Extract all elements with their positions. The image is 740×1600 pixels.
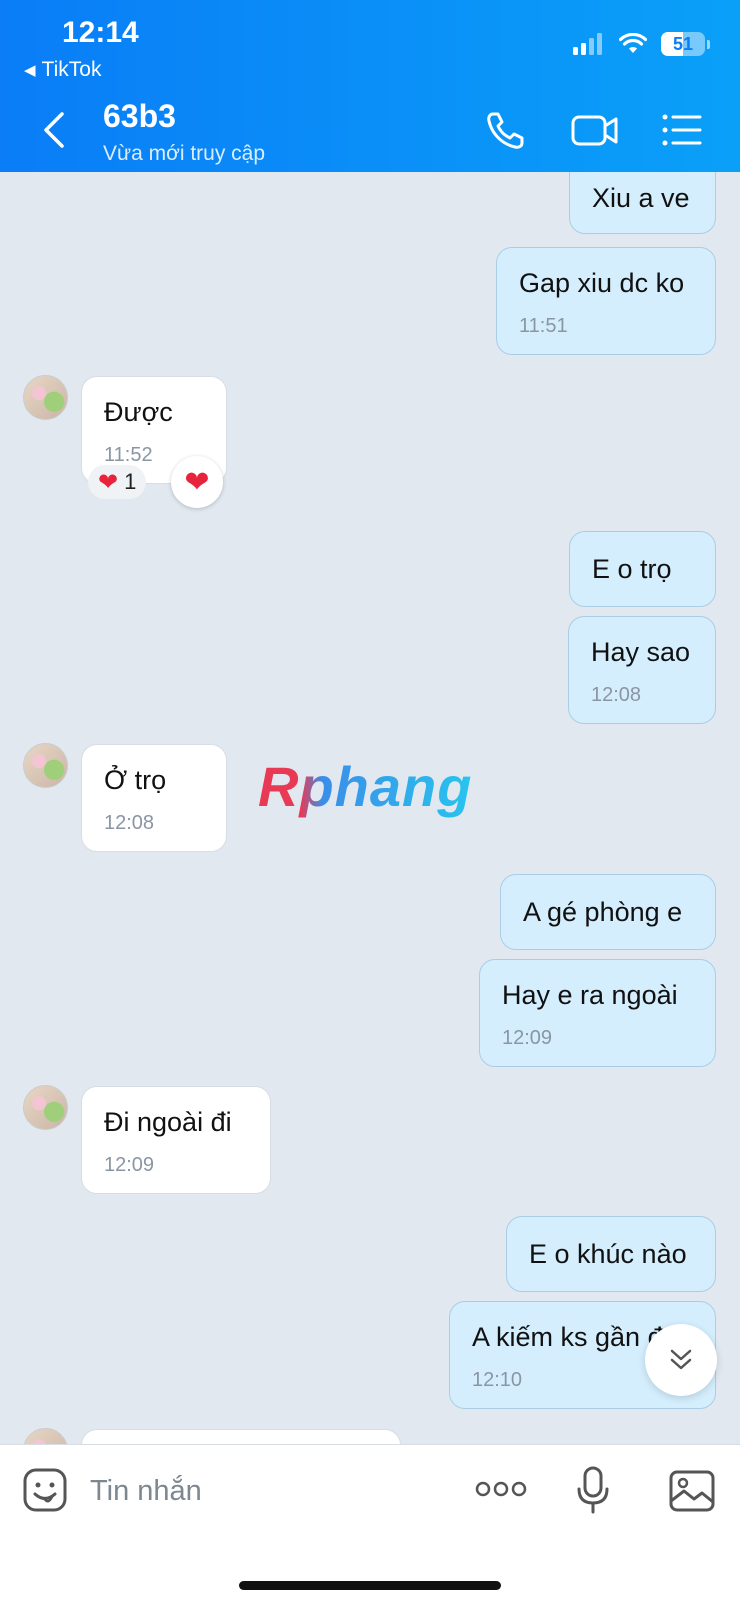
chat-status: Vừa mới truy cập [103,142,266,165]
microphone-icon [577,1466,609,1514]
wifi-icon [619,33,647,53]
reaction-count: 1 [124,469,137,494]
heart-icon: ❤ [98,468,119,496]
battery-percent: 51 [672,34,694,54]
message-input[interactable]: Tin nhắn [90,1475,202,1508]
avatar[interactable] [23,1085,68,1130]
voice-call-button[interactable] [484,108,532,152]
home-indicator [239,1581,501,1590]
avatar[interactable] [23,1428,68,1444]
message-list[interactable]: Xiu a ve Gap xiu dc ko 11:51 Được 11:52 … [0,172,740,1444]
message-bubble-outgoing[interactable]: Hay e ra ngoài 12:09 [479,959,716,1067]
message-text: Đi ngoài đi [104,1107,232,1137]
voice-record-button[interactable] [576,1465,610,1520]
message-bubble-outgoing[interactable]: A gé phòng e [500,874,716,950]
back-to-app-link[interactable]: ◀ TikTok [24,58,101,82]
message-time: 12:08 [104,812,155,834]
reaction-summary[interactable]: ❤ 1 [88,465,147,499]
message-time: 12:08 [591,684,642,706]
watermark-logo: Rphang [258,755,473,818]
menu-icon [662,114,702,146]
react-heart-button[interactable]: ❤ [171,456,223,508]
video-icon [571,115,618,146]
status-time: 12:14 [62,16,139,49]
message-text: Hay e ra ngoài [502,980,678,1010]
avatar[interactable] [23,375,68,420]
status-icons: 51 [573,32,710,56]
message-bubble-outgoing[interactable]: E o khúc nào [506,1216,716,1292]
message-bubble-outgoing[interactable]: Gap xiu dc ko 11:51 [496,247,716,355]
battery-cap [707,39,710,49]
message-text: Được [104,397,173,427]
battery-indicator: 51 [661,32,705,56]
message-bubble-incoming[interactable]: Ở trọ 12:08 [81,744,227,852]
message-text: E o trọ [592,554,672,584]
message-input-bar: Tin nhắn [0,1444,740,1600]
phone-icon [487,112,524,149]
more-icon [475,1481,527,1497]
more-options-button[interactable] [475,1479,527,1504]
avatar[interactable] [23,743,68,788]
message-bubble-incoming[interactable]: Đi ngoài đi 12:09 [81,1086,271,1194]
signal-icon [573,33,602,55]
message-time: 11:51 [519,315,568,337]
message-time: 12:10 [472,1369,523,1391]
heart-icon: ❤ [184,465,210,499]
options-menu-button[interactable] [660,108,708,152]
message-time: 11:52 [104,444,153,466]
message-bubble-outgoing[interactable]: E o trọ [569,531,716,607]
chevron-double-down-icon [670,1349,692,1370]
message-text: A gé phòng e [523,897,683,927]
message-bubble-outgoing[interactable]: Xiu a ve [569,172,716,234]
scroll-to-bottom-button[interactable] [645,1324,717,1396]
message-time: 12:09 [104,1154,155,1176]
message-bubble-outgoing[interactable]: Hay sao 12:08 [568,616,716,724]
back-icon [44,112,64,148]
back-app-label: TikTok [41,58,102,81]
sticker-button[interactable] [22,1467,68,1518]
chat-header: 12:14 ◀ TikTok 51 63b3 Vừa mới truy cập [0,0,740,172]
chat-title[interactable]: 63b3 [103,98,176,135]
message-text: Ở trọ [104,765,167,795]
message-text: Hay sao [591,637,691,667]
back-button[interactable] [36,108,76,152]
sticker-icon [23,1468,67,1512]
back-triangle-icon: ◀ [24,62,36,79]
video-call-button[interactable] [570,108,618,152]
image-picker-button[interactable] [668,1469,716,1518]
image-icon [669,1470,715,1512]
message-text: E o khúc nào [529,1239,687,1269]
message-text: Xiu a ve [592,183,690,213]
message-time: 12:09 [502,1027,553,1049]
message-bubble-incoming[interactable] [81,1429,401,1444]
message-text: Gap xiu dc ko [519,268,685,298]
